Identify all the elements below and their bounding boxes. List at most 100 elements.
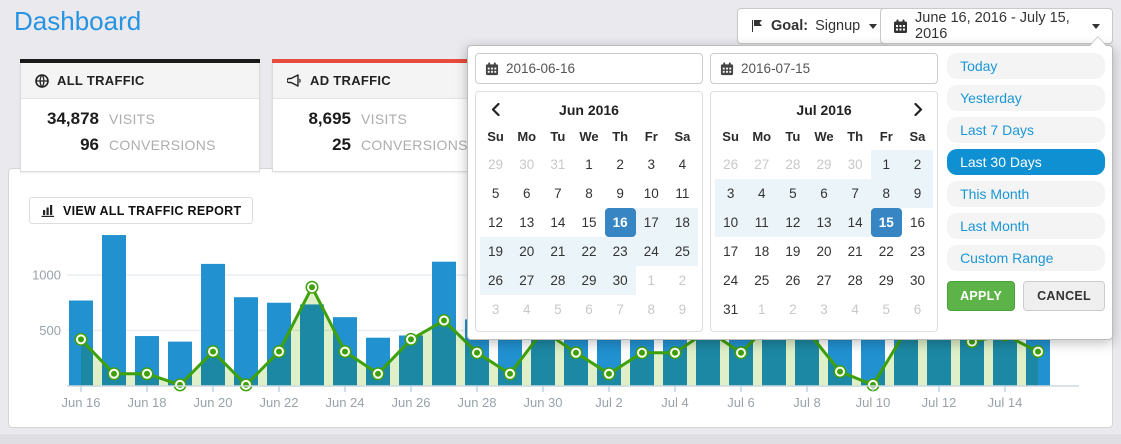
day-cell[interactable]: 29 <box>808 150 839 179</box>
view-all-traffic-report-button[interactable]: VIEW ALL TRAFFIC REPORT <box>29 197 253 224</box>
preset-custom-range[interactable]: Custom Range <box>947 245 1105 271</box>
day-cell[interactable]: 2 <box>902 150 933 179</box>
day-cell[interactable]: 4 <box>511 295 542 324</box>
line-marker[interactable] <box>407 335 415 343</box>
line-marker[interactable] <box>473 349 481 357</box>
day-cell[interactable]: 8 <box>636 295 667 324</box>
line-marker[interactable] <box>209 348 217 356</box>
preset-yesterday[interactable]: Yesterday <box>947 85 1105 111</box>
line-marker[interactable] <box>374 370 382 378</box>
day-cell[interactable]: 13 <box>808 208 839 237</box>
line-marker[interactable] <box>506 370 514 378</box>
day-cell[interactable]: 31 <box>542 150 573 179</box>
day-cell[interactable]: 30 <box>902 266 933 295</box>
apply-button[interactable]: APPLY <box>947 281 1015 311</box>
day-cell[interactable]: 5 <box>777 179 808 208</box>
day-cell[interactable]: 9 <box>605 179 636 208</box>
preset-last-30-days[interactable]: Last 30 Days <box>947 149 1105 175</box>
day-cell[interactable]: 23 <box>605 237 636 266</box>
day-cell[interactable]: 7 <box>542 179 573 208</box>
line-marker[interactable] <box>275 348 283 356</box>
day-cell[interactable]: 6 <box>902 295 933 324</box>
day-cell[interactable]: 19 <box>480 237 511 266</box>
day-cell[interactable]: 18 <box>746 237 777 266</box>
day-cell[interactable]: 6 <box>808 179 839 208</box>
preset-today[interactable]: Today <box>947 53 1105 79</box>
day-cell[interactable]: 1 <box>573 150 604 179</box>
day-cell[interactable]: 3 <box>636 150 667 179</box>
day-cell[interactable]: 11 <box>746 208 777 237</box>
day-cell[interactable]: 15 <box>573 208 604 237</box>
line-marker[interactable] <box>572 349 580 357</box>
day-cell[interactable]: 19 <box>777 237 808 266</box>
day-cell[interactable]: 6 <box>573 295 604 324</box>
cancel-button[interactable]: CANCEL <box>1023 281 1105 311</box>
day-cell[interactable]: 27 <box>808 266 839 295</box>
day-cell[interactable]: 1 <box>746 295 777 324</box>
line-marker[interactable] <box>836 368 844 376</box>
day-cell[interactable]: 29 <box>573 266 604 295</box>
day-cell[interactable]: 4 <box>667 150 698 179</box>
day-cell[interactable]: 25 <box>667 237 698 266</box>
preset-this-month[interactable]: This Month <box>947 181 1105 207</box>
line-marker[interactable] <box>440 317 448 325</box>
day-cell[interactable]: 5 <box>480 179 511 208</box>
chevron-left-icon[interactable] <box>484 98 506 120</box>
line-marker[interactable] <box>1034 348 1042 356</box>
day-cell[interactable]: 23 <box>902 237 933 266</box>
day-cell[interactable]: 28 <box>777 150 808 179</box>
day-cell[interactable]: 22 <box>871 237 902 266</box>
line-marker[interactable] <box>638 349 646 357</box>
day-cell[interactable]: 25 <box>746 266 777 295</box>
day-cell[interactable]: 1 <box>871 150 902 179</box>
visits-bar[interactable] <box>234 297 258 386</box>
day-cell[interactable]: 29 <box>480 150 511 179</box>
day-cell[interactable]: 11 <box>667 179 698 208</box>
line-marker[interactable] <box>671 349 679 357</box>
goal-dropdown-button[interactable]: Goal: Signup <box>737 8 890 44</box>
start-date-input[interactable]: 2016-06-16 <box>475 53 703 84</box>
day-cell[interactable]: 30 <box>840 150 871 179</box>
line-marker[interactable] <box>341 348 349 356</box>
day-cell[interactable]: 4 <box>746 179 777 208</box>
day-cell[interactable]: 7 <box>840 179 871 208</box>
day-cell[interactable]: 12 <box>777 208 808 237</box>
day-cell[interactable]: 12 <box>480 208 511 237</box>
day-cell[interactable]: 2 <box>667 266 698 295</box>
day-cell[interactable]: 14 <box>542 208 573 237</box>
day-cell[interactable]: 16 <box>605 208 636 237</box>
line-marker[interactable] <box>605 370 613 378</box>
line-marker[interactable] <box>242 381 250 389</box>
day-cell[interactable]: 2 <box>777 295 808 324</box>
day-cell[interactable]: 4 <box>840 295 871 324</box>
day-cell[interactable]: 16 <box>902 208 933 237</box>
day-cell[interactable]: 27 <box>746 150 777 179</box>
day-cell[interactable]: 26 <box>480 266 511 295</box>
line-marker[interactable] <box>77 335 85 343</box>
day-cell[interactable]: 8 <box>871 179 902 208</box>
chevron-right-icon[interactable] <box>907 98 929 120</box>
line-marker[interactable] <box>308 283 316 291</box>
day-cell[interactable]: 26 <box>715 150 746 179</box>
line-marker[interactable] <box>143 370 151 378</box>
day-cell[interactable]: 27 <box>511 266 542 295</box>
day-cell[interactable]: 3 <box>480 295 511 324</box>
day-cell[interactable]: 22 <box>573 237 604 266</box>
day-cell[interactable]: 24 <box>636 237 667 266</box>
line-marker[interactable] <box>110 370 118 378</box>
day-cell[interactable]: 13 <box>511 208 542 237</box>
day-cell[interactable]: 20 <box>808 237 839 266</box>
line-marker[interactable] <box>737 349 745 357</box>
day-cell[interactable]: 15 <box>871 208 902 237</box>
day-cell[interactable]: 5 <box>542 295 573 324</box>
day-cell[interactable]: 9 <box>667 295 698 324</box>
day-cell[interactable]: 20 <box>511 237 542 266</box>
day-cell[interactable]: 2 <box>605 150 636 179</box>
day-cell[interactable]: 3 <box>715 179 746 208</box>
day-cell[interactable]: 17 <box>636 208 667 237</box>
end-date-input[interactable]: 2016-07-15 <box>710 53 938 84</box>
day-cell[interactable]: 8 <box>573 179 604 208</box>
date-range-button[interactable]: June 16, 2016 - July 15, 2016 <box>880 8 1113 44</box>
day-cell[interactable]: 28 <box>840 266 871 295</box>
day-cell[interactable]: 21 <box>542 237 573 266</box>
